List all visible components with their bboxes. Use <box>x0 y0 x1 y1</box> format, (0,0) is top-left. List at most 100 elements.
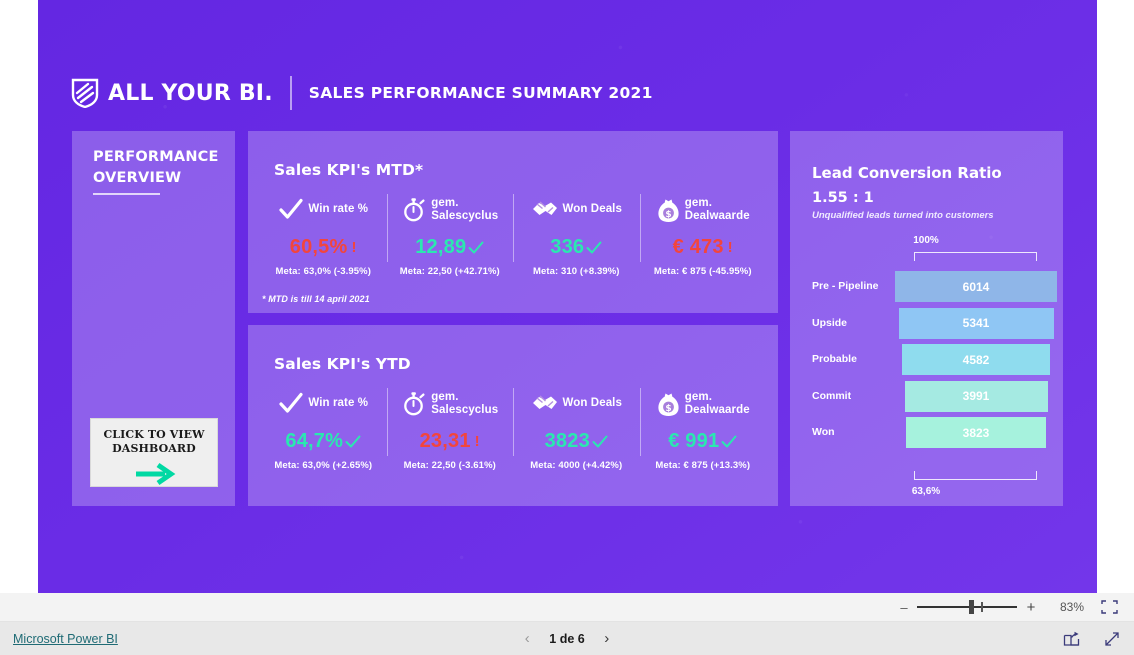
lead-conversion-ratio-panel: Lead Conversion Ratio 1.55 : 1 Unqualifi… <box>790 131 1063 506</box>
handshake-icon <box>531 198 559 222</box>
funnel-bar: 3991 <box>904 380 1048 412</box>
kpi-value: € 473! <box>673 236 733 259</box>
click-to-view-dashboard-button[interactable]: CLICK TO VIEW DASHBOARD <box>90 418 218 487</box>
performance-overview-panel: PERFORMANCE OVERVIEW CLICK TO VIEW DASHB… <box>72 131 235 506</box>
kpi-target-meta: Meta: 22,50 (-3.61%) <box>403 460 496 471</box>
chevron-left-icon[interactable]: ‹ <box>521 630 533 647</box>
funnel-bar-value: 6014 <box>962 279 990 294</box>
kpi-value: 336 <box>550 236 602 259</box>
funnel-stage-label: Upside <box>812 316 848 329</box>
checkmark-icon <box>278 197 304 223</box>
kpi-card: Win rate % 64,7% Meta: 63,0% (+2.65%) <box>260 385 387 477</box>
kpi-value-text: € 473 <box>672 236 724 258</box>
report-title: SALES PERFORMANCE SUMMARY 2021 <box>308 84 653 102</box>
page-indicator: 1 de 6 <box>549 631 585 646</box>
kpi-value-text: 60,5% <box>289 236 348 258</box>
kpi-value: 23,31! <box>420 430 480 453</box>
kpi-value: 12,89 <box>415 236 484 259</box>
kpi-target-meta: Meta: 4000 (+4.42%) <box>530 460 623 471</box>
funnel-top-bracket <box>914 252 1037 261</box>
mtd-kpi-row: Win rate % 60,5%! Meta: 63,0% (-3.95%) gem.… <box>260 191 766 283</box>
funnel-stage-label: Pre - Pipeline <box>812 280 879 293</box>
overview-underline <box>93 193 160 195</box>
sales-kpi-ytd-panel: Sales KPI's YTD Win rate % 64,7% Meta: 63,… <box>248 325 778 506</box>
mtd-footnote: * MTD is till 14 april 2021 <box>262 294 370 304</box>
zoom-slider-track <box>917 606 1017 608</box>
kpi-target-meta: Meta: € 875 (+13.3%) <box>655 460 751 471</box>
kpi-label: Won Deals <box>562 203 622 216</box>
plus-icon[interactable]: + <box>1022 599 1040 616</box>
stopwatch-icon <box>401 391 427 417</box>
kpi-header: Won Deals <box>531 385 622 423</box>
chevron-right-icon[interactable]: › <box>601 630 613 647</box>
funnel-bar-value: 3823 <box>962 425 990 440</box>
kpi-label: Win rate % <box>308 397 369 410</box>
money-bag-icon: $ <box>656 391 681 418</box>
kpi-card: $ gem. Dealwaarde € 473! Meta: € 875 (-45.95… <box>639 191 767 283</box>
funnel-bar: 5341 <box>898 307 1054 339</box>
brand-name: ALL YOUR BI. <box>108 80 273 106</box>
kpi-card: $ gem. Dealwaarde € 991 Meta: € 875 (+13.3%) <box>639 385 767 477</box>
page-navigation: ‹ 1 de 6 › <box>0 630 1134 647</box>
funnel-bottom-bracket-label: 63,6% <box>911 486 941 497</box>
kpi-card: Win rate % 60,5%! Meta: 63,0% (-3.95%) <box>260 191 387 283</box>
funnel-row: Pre - Pipeline 6014 <box>790 268 1063 305</box>
funnel-bar-value: 4582 <box>962 352 990 367</box>
report-header: ALL YOUR BI. SALES PERFORMANCE SUMMARY 2… <box>71 70 653 116</box>
funnel-bar: 3823 <box>906 417 1046 448</box>
minus-icon[interactable]: – <box>896 600 912 615</box>
kpi-label: Won Deals <box>562 397 622 410</box>
lead-conversion-ratio-value: 1.55 : 1 <box>812 190 874 206</box>
funnel-bar-value: 5341 <box>962 316 990 330</box>
kpi-header: Win rate % <box>278 385 368 423</box>
kpi-value-text: € 991 <box>668 430 720 452</box>
footer-actions <box>1063 631 1121 647</box>
kpi-card: gem. Salescyclus 23,31! Meta: 22,50 (-3.61%… <box>386 385 514 477</box>
funnel-top-bracket-label: 100% <box>913 235 939 246</box>
kpi-target-meta: Meta: 63,0% (-3.95%) <box>275 266 371 277</box>
handshake-icon <box>531 392 559 416</box>
funnel-rows: Pre - Pipeline 6014 Upside 5341 Probable 4582… <box>790 268 1063 451</box>
fit-to-page-icon[interactable] <box>1098 597 1120 617</box>
kpi-status-flag: ! <box>474 433 480 450</box>
report-canvas: ALL YOUR BI. SALES PERFORMANCE SUMMARY 2… <box>38 0 1097 593</box>
kpi-header: $ gem. Dealwaarde <box>656 385 750 423</box>
svg-text:$: $ <box>665 210 671 220</box>
zoom-slider-thumb[interactable] <box>969 600 974 614</box>
sales-kpi-mtd-panel: Sales KPI's MTD* Win rate % 60,5%! Meta: 6… <box>248 131 778 313</box>
kpi-value: € 991 <box>668 430 737 453</box>
kpi-value-text: 336 <box>550 236 585 258</box>
kpi-target-meta: Meta: 310 (+8.39%) <box>532 266 620 277</box>
kpi-value: 3823 <box>545 430 608 453</box>
funnel-stage-label: Probable <box>812 353 857 366</box>
kpi-status-flag: ! <box>727 239 733 256</box>
share-icon[interactable] <box>1063 631 1080 647</box>
zoom-slider[interactable] <box>917 599 1017 615</box>
kpi-header: Win rate % <box>278 191 368 229</box>
kpi-target-meta: Meta: 22,50 (+42.71%) <box>399 266 500 277</box>
report-footer: Microsoft Power BI ‹ 1 de 6 › <box>0 622 1134 655</box>
header-divider <box>289 76 292 110</box>
fullscreen-icon[interactable] <box>1104 631 1121 647</box>
kpi-target-meta: Meta: € 875 (-45.95%) <box>653 266 752 277</box>
powerbi-report-viewer: ALL YOUR BI. SALES PERFORMANCE SUMMARY 2… <box>0 0 1134 655</box>
shield-stripes-logo-icon <box>71 78 99 109</box>
kpi-label: gem. Salescyclus <box>431 390 499 417</box>
zoom-level-value: 83% <box>1059 600 1084 614</box>
funnel-bar: 6014 <box>895 271 1057 302</box>
funnel-row: Probable 4582 <box>790 341 1063 378</box>
cta-label: CLICK TO VIEW DASHBOARD <box>103 428 205 455</box>
funnel-row: Commit 3991 <box>790 378 1063 415</box>
zoom-toolbar: – + 83% <box>0 593 1134 622</box>
kpi-target-meta: Meta: 63,0% (+2.65%) <box>274 460 373 471</box>
kpi-label: Win rate % <box>308 203 369 216</box>
funnel-bar: 4582 <box>902 344 1050 375</box>
kpi-value: 60,5%! <box>290 236 357 259</box>
funnel-stage-label: Won <box>812 426 835 439</box>
kpi-card: gem. Salescyclus 12,89 Meta: 22,50 (+42.71%… <box>386 191 514 283</box>
checkmark-icon <box>278 391 304 417</box>
kpi-label: gem. Dealwaarde <box>684 390 750 417</box>
kpi-header: gem. Salescyclus <box>401 191 498 229</box>
ytd-kpi-row: Win rate % 64,7% Meta: 63,0% (+2.65%) gem. S… <box>260 385 766 477</box>
kpi-status-flag: ! <box>351 239 357 256</box>
